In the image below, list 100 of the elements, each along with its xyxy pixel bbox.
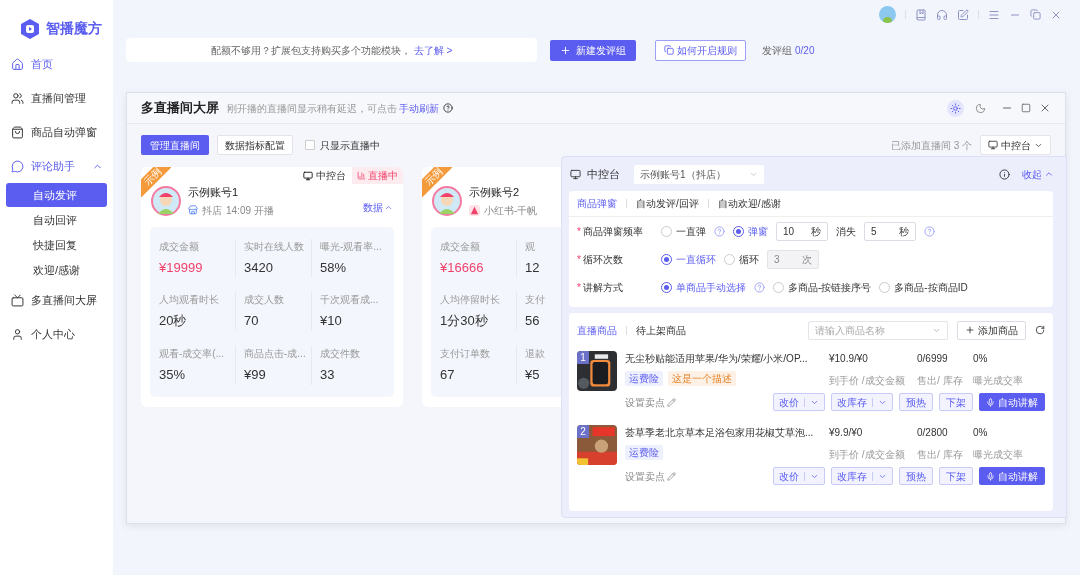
- metric-label: 成交金额: [440, 239, 480, 254]
- live-only-checkbox[interactable]: [305, 140, 315, 150]
- auto-explain-button[interactable]: 自动讲解: [979, 393, 1045, 411]
- radio-label: 循环: [739, 252, 759, 267]
- menu-item-icon: [11, 159, 24, 173]
- price-label: 到手价 /成交金额: [829, 448, 905, 462]
- settings-tab[interactable]: 自动发评/回评: [636, 196, 699, 211]
- submenu-item[interactable]: 快捷回复: [6, 233, 107, 257]
- add-product-button[interactable]: 添加商品: [957, 320, 1026, 340]
- metric-value: 20秒: [159, 312, 187, 331]
- console-button[interactable]: 中控台: [980, 135, 1051, 155]
- restore-icon[interactable]: [1030, 9, 1041, 20]
- close-icon[interactable]: [1039, 102, 1051, 114]
- metric-label: 人均停留时长: [440, 293, 500, 308]
- submenu-item[interactable]: 欢迎/感谢: [6, 258, 107, 282]
- platform-name: 小红书-千帆: [484, 203, 538, 218]
- price: ¥9.9/¥0: [829, 426, 863, 440]
- products-tab[interactable]: 待上架商品: [636, 322, 686, 338]
- menu-item-icon: [11, 57, 24, 71]
- menu-icon[interactable]: [988, 8, 1000, 21]
- headset-icon[interactable]: [936, 8, 948, 21]
- radio-label: 多商品-按链接序号: [788, 280, 872, 295]
- auto-explain-button[interactable]: 自动讲解: [979, 467, 1045, 485]
- microphone-icon: [986, 397, 995, 407]
- sidebar-item[interactable]: 多直播间大屏: [0, 283, 113, 317]
- selling-point-link[interactable]: 设置卖点: [625, 394, 676, 410]
- metrics-config-button[interactable]: 数据指标配置: [217, 135, 293, 155]
- new-group-button[interactable]: 新建发评组: [550, 39, 636, 61]
- split-button[interactable]: 改库存: [831, 393, 893, 411]
- checkbox-label: 只显示直播中: [320, 138, 380, 153]
- refresh-link[interactable]: 手动刷新: [399, 100, 439, 116]
- added-rooms-count: 已添加直播间 3 个: [890, 138, 972, 153]
- user-avatar[interactable]: [879, 6, 896, 23]
- metric-value: ¥16666: [440, 258, 484, 277]
- plus-icon: [965, 325, 975, 335]
- info-icon[interactable]: [999, 168, 1010, 180]
- settings-tab[interactable]: 商品弹窗: [577, 196, 617, 211]
- console-link[interactable]: 中控台: [316, 168, 346, 183]
- metric-value: 67: [440, 366, 455, 384]
- help-icon[interactable]: [924, 225, 935, 237]
- collapse-link[interactable]: 收起: [1022, 166, 1054, 182]
- sidebar-item[interactable]: 直播间管理: [0, 81, 113, 115]
- sidebar-item[interactable]: 首页: [0, 47, 113, 81]
- maximize-icon[interactable]: [1021, 103, 1031, 113]
- rules-help-button[interactable]: 如何开启规则: [655, 39, 746, 61]
- number-field[interactable]: 10 秒: [776, 221, 828, 241]
- metric-label: 人均观看时长: [159, 293, 219, 308]
- chevron-up-icon: [1044, 169, 1054, 179]
- products-tab[interactable]: 直播商品: [577, 322, 617, 338]
- sidebar-item[interactable]: 商品自动弹窗: [0, 115, 113, 149]
- help-icon[interactable]: [714, 225, 725, 237]
- required-mark: *: [577, 252, 581, 267]
- metric-value: 56: [525, 312, 540, 331]
- help-icon[interactable]: [754, 281, 765, 293]
- metric-label: 实时在线人数: [244, 239, 304, 254]
- metric-value: ¥19999: [159, 258, 203, 277]
- account-select[interactable]: 示例账号1（抖店）: [634, 164, 764, 184]
- help-icon[interactable]: [443, 103, 453, 113]
- start-time: 14:09 开播: [226, 203, 274, 218]
- manage-rooms-button[interactable]: 管理直播间: [141, 135, 209, 155]
- pencil-icon: [667, 471, 676, 481]
- number-field[interactable]: 5 秒: [864, 221, 916, 241]
- avatar: [151, 185, 181, 216]
- action-button[interactable]: 预热: [899, 467, 933, 485]
- index-number: 2: [577, 425, 589, 438]
- live-bars-icon: [357, 171, 366, 180]
- split-button[interactable]: 改价: [773, 467, 825, 485]
- settings-tab[interactable]: 自动欢迎/感谢: [717, 196, 781, 211]
- sidebar-item[interactable]: 个人中心: [0, 317, 113, 351]
- pencil-icon: [667, 397, 676, 407]
- submenu-item[interactable]: 自动回评: [6, 208, 107, 232]
- sidebar-item[interactable]: 评论助手: [0, 149, 113, 183]
- conversion-rate: 0%: [973, 352, 988, 366]
- data-toggle[interactable]: 数据: [363, 200, 393, 216]
- platform-icon: [469, 204, 480, 216]
- metric-label: 成交人数: [244, 293, 284, 308]
- field-label: 讲解方式: [582, 280, 623, 295]
- sun-icon[interactable]: [947, 99, 964, 117]
- action-button[interactable]: 预热: [899, 393, 933, 411]
- split-button[interactable]: 改价: [773, 393, 825, 411]
- bookmark-icon[interactable]: [915, 8, 927, 21]
- product-tag: 这是一个描述: [668, 371, 736, 386]
- split-button[interactable]: 改库存: [831, 467, 893, 485]
- copy-icon: [664, 45, 674, 55]
- action-button[interactable]: 下架: [939, 467, 973, 485]
- action-button[interactable]: 下架: [939, 393, 973, 411]
- metric-label: 商品点击-成...: [244, 347, 306, 361]
- metric-label: 成交件数: [320, 347, 360, 361]
- product-title: 无尘秒贴能适用苹果/华为/荣耀/小米/OP...: [625, 352, 808, 366]
- required-mark: *: [577, 224, 581, 239]
- refresh-icon[interactable]: [1035, 325, 1045, 335]
- submenu-item[interactable]: 自动发评: [6, 183, 107, 207]
- group-count: 0/20: [795, 43, 815, 58]
- notice-text: 配额不够用？扩展包支持购买多个功能模块，: [210, 43, 411, 58]
- selling-point-link[interactable]: 设置卖点: [625, 468, 676, 484]
- learn-more-link[interactable]: 去了解 >: [413, 42, 453, 58]
- window-subtitle: 刚开播的直播间显示稍有延迟，可点击: [227, 101, 397, 116]
- menu-item-icon: [11, 91, 24, 105]
- stock-label: 售出/ 库存: [917, 448, 963, 462]
- edit-icon[interactable]: [957, 8, 969, 21]
